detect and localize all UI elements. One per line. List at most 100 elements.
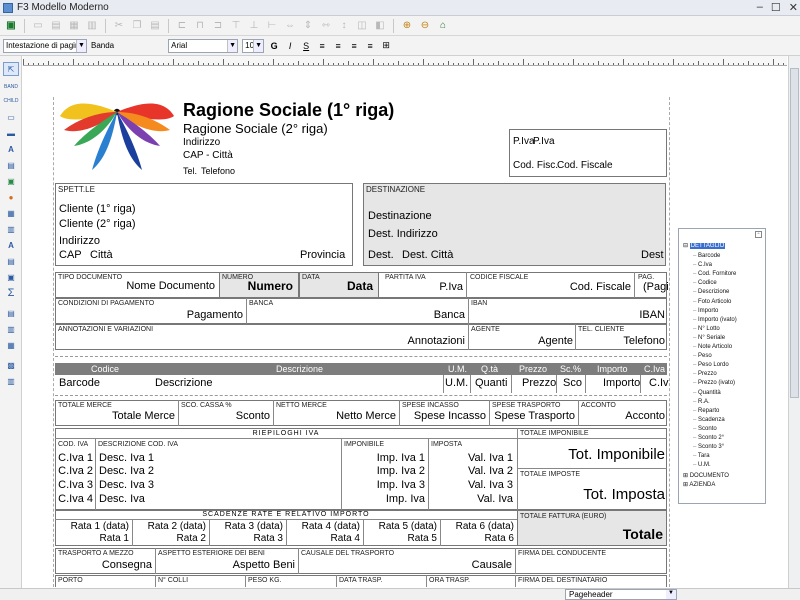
vat-row-4-desc[interactable]: Desc. Iva <box>99 494 145 505</box>
tree-item[interactable]: – Foto Articolo <box>693 299 731 305</box>
collection-costs[interactable]: Spese Incasso <box>403 411 486 422</box>
home-icon[interactable]: ⌂ <box>435 18 451 34</box>
crosstab-icon[interactable]: ▩ <box>3 358 19 372</box>
tree-item[interactable]: – Reparto <box>693 408 719 414</box>
maximize-icon[interactable]: ☐ <box>771 1 781 14</box>
tree-item[interactable]: – Scadenza <box>693 417 725 423</box>
tree-item[interactable]: – Peso <box>693 353 712 359</box>
tree-item[interactable]: – Barcode <box>693 253 720 259</box>
installment-2-date[interactable]: Rata 2 (data) <box>134 522 206 532</box>
company-cap-citta[interactable]: CAP - Città <box>183 151 233 161</box>
align-left-icon[interactable]: ⊏ <box>174 18 190 34</box>
barcode-icon[interactable]: ▥ <box>3 374 19 388</box>
client-phone[interactable]: Telefono <box>593 336 665 347</box>
new-page-icon[interactable]: ▭ <box>30 18 46 34</box>
detail-descrizione[interactable]: Descrizione <box>155 378 212 389</box>
image-icon[interactable]: ▣ <box>3 174 19 188</box>
doc-date[interactable]: Data <box>303 280 373 292</box>
tree-item[interactable]: – Peso Lordo <box>693 362 729 368</box>
vat-row-2-tax[interactable]: Val. Iva 2 <box>431 466 513 477</box>
align-left-text-icon[interactable]: ≡ <box>316 41 328 51</box>
shipping-costs[interactable]: Spese Trasporto <box>489 411 575 422</box>
tree-item[interactable]: – Prezzo (ivato) <box>693 380 735 386</box>
font-select[interactable]: Arial ▼ <box>168 38 239 53</box>
col-header-prezzo[interactable]: Prezzo <box>519 365 547 374</box>
group-icon[interactable]: ▬ <box>3 126 19 140</box>
db-image-icon[interactable]: ▥ <box>3 222 19 236</box>
band-type-select[interactable]: Intestazione di pagina ▼ <box>3 38 87 53</box>
installment-1-amount[interactable]: Rata 1 <box>57 534 129 544</box>
send-back-icon[interactable]: ◧ <box>372 18 388 34</box>
col-header-um[interactable]: U.M. <box>448 365 467 374</box>
vat-row-3-desc[interactable]: Desc. Iva 3 <box>99 480 154 491</box>
customer-name-1[interactable]: Cliente (1° riga) <box>59 204 136 215</box>
detail-sconto[interactable]: Sco <box>563 378 582 389</box>
company-codfisc-label[interactable]: Cod. Fisc. <box>513 161 558 171</box>
tree-item[interactable]: – Sconto 3° <box>693 444 724 450</box>
installment-6-date[interactable]: Rata 6 (data) <box>442 522 514 532</box>
bring-front-icon[interactable]: ◫ <box>354 18 370 34</box>
customer-name-2[interactable]: Cliente (2° riga) <box>59 219 136 230</box>
tree-item[interactable]: – Codice <box>693 280 717 286</box>
align-middle-icon[interactable]: ⊥ <box>246 18 262 34</box>
space-h-icon[interactable]: ⇿ <box>318 18 334 34</box>
installment-4-date[interactable]: Rata 4 (data) <box>288 522 360 532</box>
tree-item[interactable]: – R.A. <box>693 399 710 405</box>
db-rich-icon[interactable]: ▦ <box>3 338 19 352</box>
pointer-icon[interactable]: ⇱ <box>3 62 19 76</box>
ragione-sociale-1[interactable]: Ragione Sociale (1° riga) <box>183 101 394 119</box>
tree-item[interactable]: – Descrizione <box>693 289 729 295</box>
notes[interactable]: Annotazioni <box>323 336 466 347</box>
copy-icon[interactable]: ❐ <box>129 18 145 34</box>
detail-civa[interactable]: C.Iv <box>649 378 669 389</box>
company-piva-label[interactable]: P.Iva <box>513 137 535 147</box>
band-status-select[interactable]: Pageheader ▼ <box>565 589 677 600</box>
col-header-descrizione[interactable]: Descrizione <box>276 365 323 374</box>
ragione-sociale-2[interactable]: Ragione Sociale (2° riga) <box>183 122 328 135</box>
sysdata-icon[interactable]: ▤ <box>3 306 19 320</box>
customer-province[interactable]: Provincia <box>300 250 345 261</box>
tree-item[interactable]: – N° Lotto <box>693 326 720 332</box>
align-top-icon[interactable]: ⊤ <box>228 18 244 34</box>
tree-item[interactable]: – Quantità <box>693 390 721 396</box>
align-center-text-icon[interactable]: ≡ <box>332 41 344 51</box>
shape-icon[interactable]: ● <box>3 190 19 204</box>
col-header-sconto[interactable]: Sc.% <box>560 365 581 374</box>
company-codfisc[interactable]: Cod. Fiscale <box>557 161 613 171</box>
align-right-text-icon[interactable]: ≡ <box>348 41 360 51</box>
detail-importo[interactable]: Importo <box>603 378 640 389</box>
vat-row-4-taxable[interactable]: Imp. Iva <box>343 494 425 505</box>
customer-cap[interactable]: CAP <box>59 250 82 261</box>
cash-discount[interactable]: Sconto <box>203 411 270 422</box>
vat-row-2-code[interactable]: C.Iva 2 <box>57 466 93 477</box>
vat-row-3-tax[interactable]: Val. Iva 3 <box>431 480 513 491</box>
same-width-icon[interactable]: ⇔ <box>282 18 298 34</box>
detail-quantita[interactable]: Quanti <box>475 378 507 389</box>
tree-item[interactable]: – Sconto 2° <box>693 435 724 441</box>
agent[interactable]: Agente <box>493 336 573 347</box>
scroll-thumb[interactable] <box>790 68 799 398</box>
align-bottom-icon[interactable]: ⊢ <box>264 18 280 34</box>
db-memo-icon[interactable]: ▤ <box>3 254 19 268</box>
tree-item[interactable]: – N° Seriale <box>693 335 725 341</box>
col-header-qta[interactable]: Q.tà <box>481 365 498 374</box>
installment-2-amount[interactable]: Rata 2 <box>134 534 206 544</box>
panel-close-icon[interactable]: ▫ <box>755 231 762 238</box>
tree-item[interactable]: – Tara <box>693 453 710 459</box>
memo-icon[interactable]: ▤ <box>3 158 19 172</box>
vertical-scrollbar[interactable] <box>788 56 800 590</box>
detail-prezzo[interactable]: Prezzo <box>522 378 556 389</box>
vat-row-2-desc[interactable]: Desc. Iva 2 <box>99 466 154 477</box>
destination-cap[interactable]: Dest. <box>368 250 394 261</box>
col-header-civa[interactable]: C.Iva <box>644 365 665 374</box>
company-piva[interactable]: P.Iva <box>533 137 555 147</box>
tree-item[interactable]: – Importo (ivato) <box>693 317 737 323</box>
bank[interactable]: Banca <box>363 310 465 321</box>
minimize-icon[interactable]: – <box>757 1 763 14</box>
total-tax[interactable]: Tot. Imposta <box>519 487 665 502</box>
tree-item[interactable]: – Sconto <box>693 426 717 432</box>
tree-node-documento[interactable]: ⊞ DOCUMENTO <box>683 473 729 479</box>
company-telephone[interactable]: Telefono <box>201 167 235 176</box>
doc-piva[interactable]: P.Iva <box>403 282 463 293</box>
installment-5-amount[interactable]: Rata 5 <box>365 534 437 544</box>
